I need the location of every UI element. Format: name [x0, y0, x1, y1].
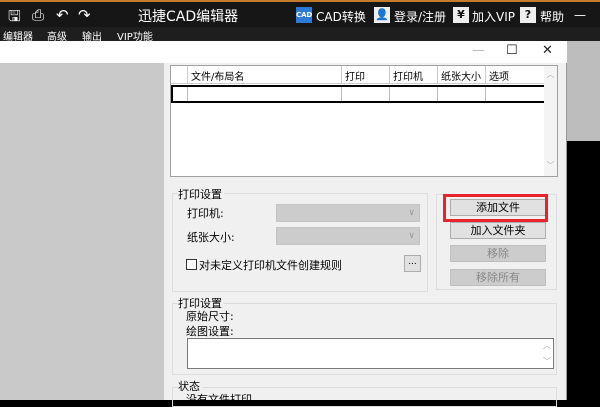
- preview-panel: [0, 63, 164, 400]
- table-cell: [173, 87, 188, 101]
- app-title: 迅捷CAD编辑器: [138, 9, 239, 25]
- column-header-file[interactable]: 文件/布局名: [188, 66, 342, 84]
- maximize-button[interactable]: ☐: [506, 43, 518, 58]
- paper-size-select[interactable]: ∨: [276, 227, 420, 245]
- table-cell: [390, 87, 438, 101]
- status-text: 没有文件打印: [186, 393, 252, 406]
- help-button[interactable]: 帮助: [540, 8, 564, 25]
- column-header-printer[interactable]: 打印机: [390, 66, 438, 84]
- user-icon: 👤: [374, 7, 390, 23]
- batch-print-dialog: — ☐ ✕ 文件/布局名 打印 打印机 纸张大小 选项 ︿ ﹀ 打印设置 打印机:…: [0, 41, 567, 407]
- plot-settings-label: 绘图设置:: [186, 325, 234, 338]
- yen-icon: ¥: [453, 7, 469, 23]
- table-row[interactable]: [171, 85, 546, 103]
- printer-select[interactable]: ∨: [276, 204, 420, 222]
- menu-bar: 编辑器 高级 输出 VIP功能: [0, 27, 600, 43]
- file-table[interactable]: 文件/布局名 打印 打印机 纸张大小 选项 ︿ ﹀: [170, 65, 558, 177]
- remove-all-button[interactable]: 移除所有: [450, 269, 546, 286]
- cad-convert-button[interactable]: CAD转换: [316, 8, 366, 25]
- scroll-down-icon[interactable]: ﹀: [543, 356, 551, 367]
- print-icon[interactable]: ⎙: [32, 6, 44, 24]
- row-header: [171, 66, 188, 84]
- dialog-title-bar: — ☐ ✕: [0, 41, 567, 63]
- printer-label: 打印机:: [187, 207, 224, 220]
- original-size-label: 原始尺寸:: [186, 310, 234, 323]
- column-header-options[interactable]: 选项: [486, 66, 546, 84]
- undo-icon[interactable]: ↶: [56, 6, 69, 24]
- redo-icon[interactable]: ↷: [78, 6, 91, 24]
- cad-convert-icon: CAD: [296, 7, 312, 23]
- table-cell: [486, 87, 544, 101]
- table-cell: [188, 87, 342, 101]
- browse-button[interactable]: ...: [404, 255, 421, 272]
- paper-size-label: 纸张大小:: [187, 231, 235, 244]
- help-icon: ?: [520, 7, 536, 23]
- create-rule-checkbox[interactable]: [186, 259, 197, 270]
- create-rule-label: 对未定义打印机文件创建规则: [199, 259, 342, 272]
- login-button[interactable]: 登录/注册: [394, 8, 446, 25]
- table-cell: [438, 87, 486, 101]
- chevron-down-icon: ∨: [408, 208, 415, 218]
- highlight-box: [443, 194, 548, 222]
- background-panel: [567, 41, 600, 141]
- column-header-print[interactable]: 打印: [342, 66, 390, 84]
- remove-button[interactable]: 移除: [450, 245, 546, 262]
- vip-button[interactable]: 加入VIP: [472, 8, 515, 25]
- plot-settings-textarea[interactable]: ︿ ﹀: [187, 338, 554, 369]
- table-scrollbar[interactable]: ︿ ﹀: [544, 66, 557, 176]
- add-folder-button[interactable]: 加入文件夹: [450, 222, 546, 239]
- minimize-button[interactable]: —: [472, 43, 485, 58]
- chevron-down-icon: ∨: [408, 231, 415, 241]
- table-cell: [342, 87, 390, 101]
- app-title-bar: 🖫 ⎙ ↶ ↷ 迅捷CAD编辑器 CAD CAD转换 👤 登录/注册 ¥ 加入V…: [0, 0, 600, 27]
- column-header-paper[interactable]: 纸张大小: [438, 66, 486, 84]
- print-settings-title: 打印设置: [178, 186, 224, 202]
- scroll-up-icon[interactable]: ︿: [543, 340, 551, 351]
- close-button[interactable]: ✕: [542, 43, 553, 58]
- app-minimize-button[interactable]: —: [574, 8, 586, 22]
